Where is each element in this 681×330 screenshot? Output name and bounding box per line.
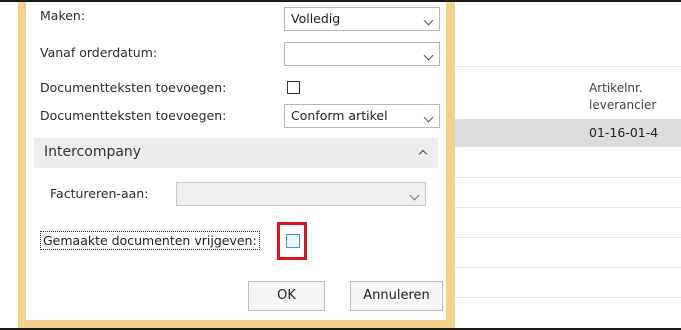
vanaf-orderdatum-select[interactable] [284, 42, 440, 66]
documentteksten-select-value: Conform artikel [291, 108, 388, 123]
chevron-down-icon [409, 190, 420, 201]
chevron-down-icon [423, 50, 434, 61]
list-divider [455, 267, 681, 268]
column-header-artikelnr-leverancier[interactable]: Artikelnr. leverancier [589, 80, 656, 114]
gemaakte-documenten-vrijgeven-label: Gemaakte documenten vrijgeven: [40, 231, 260, 250]
background-list: Artikelnr. leverancier 01-16-01-4 [455, 2, 681, 328]
maken-select-value: Volledig [291, 11, 341, 26]
chevron-up-icon[interactable] [418, 149, 428, 159]
vanaf-orderdatum-label: Vanaf orderdatum: [40, 45, 158, 60]
maken-label: Maken: [40, 8, 86, 23]
cancel-button[interactable]: Annuleren [350, 281, 443, 311]
factureren-aan-label: Factureren-aan: [50, 186, 149, 201]
dialog: Maken: Volledig Vanaf orderdatum: Docume… [26, 2, 446, 320]
intercompany-section-title: Intercompany [44, 144, 142, 160]
ok-button[interactable]: OK [248, 281, 325, 311]
list-divider [455, 207, 681, 208]
chevron-down-icon [423, 112, 434, 123]
list-divider [455, 177, 681, 178]
factureren-aan-select[interactable] [176, 182, 426, 206]
documentteksten-checkbox[interactable] [287, 81, 300, 94]
documentteksten-select[interactable]: Conform artikel [284, 104, 440, 128]
documentteksten-select-label: Documentteksten toevoegen: [40, 108, 227, 123]
maken-select[interactable]: Volledig [284, 7, 440, 31]
documentteksten-checkbox-label: Documentteksten toevoegen: [40, 80, 227, 95]
intercompany-section-header[interactable]: Intercompany [34, 138, 438, 168]
gemaakte-documenten-vrijgeven-checkbox[interactable] [286, 234, 300, 248]
highlight-box [277, 222, 307, 260]
list-divider [455, 297, 681, 298]
chevron-down-icon [423, 15, 434, 26]
list-cell-artikelnr: 01-16-01-4 [589, 125, 659, 140]
list-divider [455, 66, 681, 67]
list-divider [455, 237, 681, 238]
